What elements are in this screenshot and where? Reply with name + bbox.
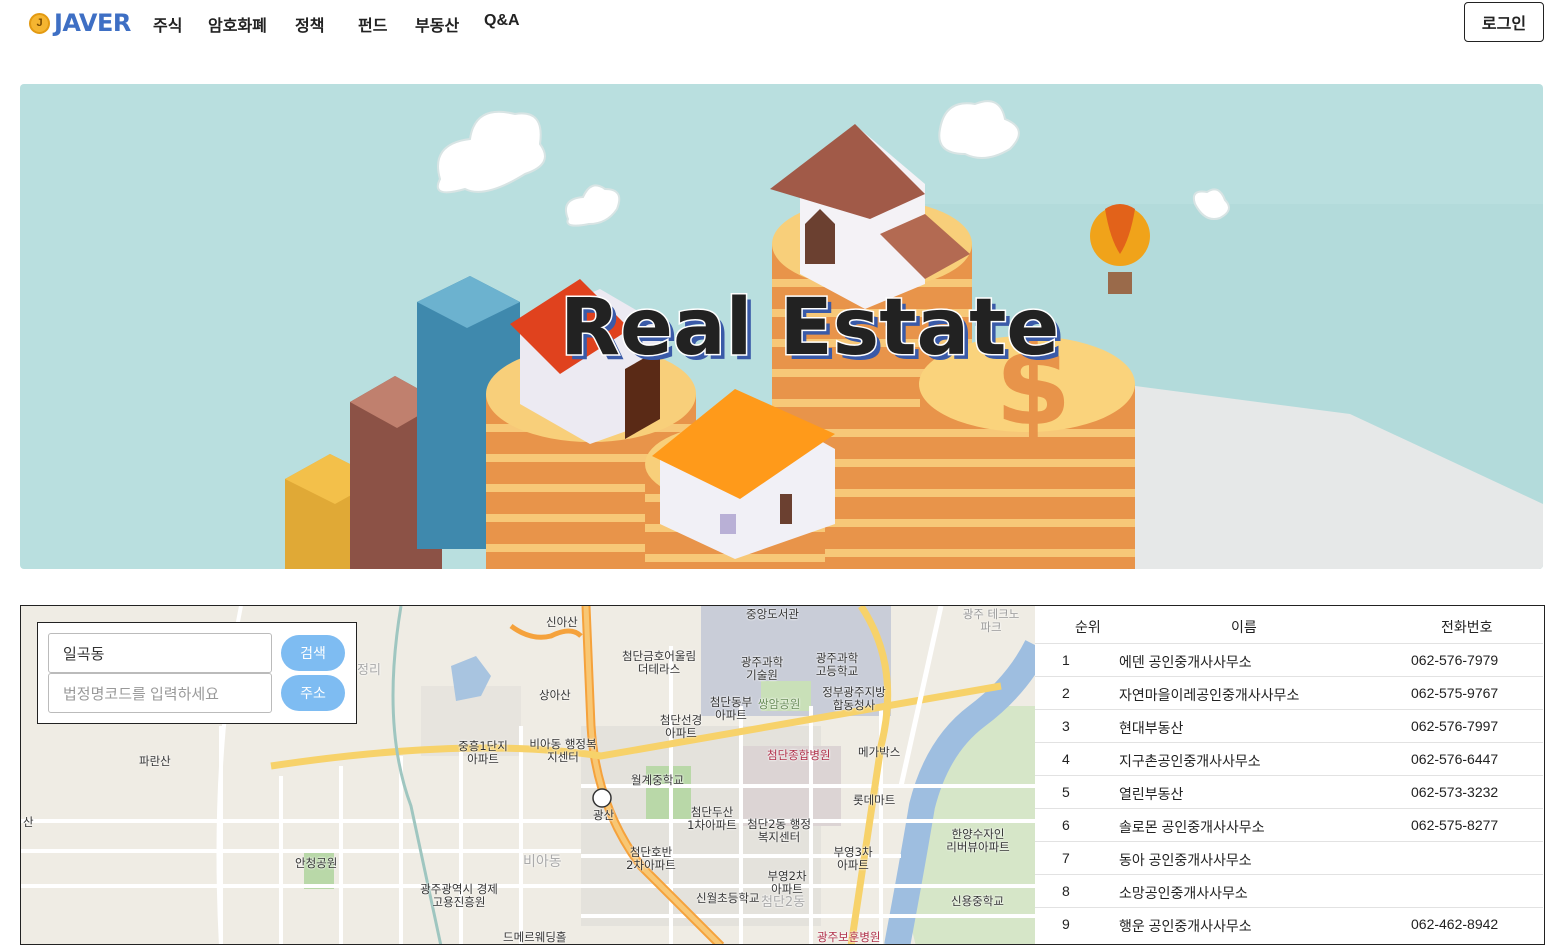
cell-rank: 2 [1062,685,1070,701]
code-input[interactable]: 법정명코드를 입력하세요 [48,673,272,713]
map-label: 비아동 [523,854,562,870]
cell-phone: 062-576-6447 [1411,751,1499,767]
cell-name: 현대부동산 [1119,720,1184,736]
map-label: 첨단호반 2차아파트 [626,845,676,872]
cell-name: 지구촌공인중개사사무소 [1119,753,1261,769]
map-label: 첨단선경 아파트 [659,713,703,740]
cell-rank: 9 [1062,916,1070,932]
hero-banner: $ Real Estate Real Estate [20,84,1543,569]
table-row[interactable]: 2 자연마을이레공인중개사사무소 062-575-9767 [1035,676,1543,709]
column-header-rank: 순위 [1075,619,1101,635]
table-row[interactable]: 7 동아 공인중개사사무소 [1035,841,1543,874]
map-label: 산 [23,815,34,829]
coin-logo-icon: J [29,12,50,34]
map-label: 광주보훈병원 [817,930,881,944]
cell-rank: 7 [1062,850,1070,866]
map-label: 첨단종합병원 [767,748,831,762]
cell-rank: 6 [1062,817,1070,833]
nav-item-policy[interactable]: 정책 [295,12,324,36]
map-label: 광주과학 고등학교 [815,651,859,678]
map-label: 첨단2동 [761,895,806,910]
cell-name: 동아 공인중개사사무소 [1119,852,1252,868]
map-label: 정리 [357,663,381,678]
hero-title: Real Estate [560,283,1059,373]
map-label: 드메르웨딩홀 [503,930,567,944]
cell-name: 자연마을이레공인중개사사무소 [1119,687,1300,703]
table-row[interactable]: 4 지구촌공인중개사사무소 062-576-6447 [1035,742,1543,775]
map-label: 부영3차 아파트 [833,845,873,872]
map-label: 광주광역시 경제고용진흥원 [420,882,498,909]
map-label: 중흥1단지 아파트 [458,739,508,766]
nav-item-crypto[interactable]: 암호화폐 [208,12,267,36]
cell-phone: 062-462-8942 [1411,916,1499,932]
dong-search-input[interactable]: 일곡동 [48,633,272,673]
cell-rank: 4 [1062,751,1070,767]
search-button[interactable]: 검색 [281,635,345,671]
map-label: 첨단금호어울림 더테라스 [621,649,697,676]
cell-phone: 062-573-3232 [1411,784,1499,800]
map-label: 첨단2동 행정복지센터 [747,817,811,844]
cell-phone: 062-575-8277 [1411,817,1499,833]
cell-phone: 062-576-7997 [1411,718,1499,734]
cell-name: 열린부동산 [1119,786,1184,802]
map-label: 중앙도서관 [746,607,799,621]
map-label: 첨단두산 1차아파트 [687,805,737,832]
table-row[interactable]: 1 에덴 공인중개사사무소 062-576-7979 [1035,643,1543,676]
cell-rank: 8 [1062,883,1070,899]
map-label: 신아산 [546,615,578,629]
map-label: 한양수자인 리버뷰아파트 [946,827,1010,854]
map-label: 정부광주지방 합동청사 [822,685,886,712]
realtor-table: 순위 이름 전화번호 1 에덴 공인중개사사무소 062-576-7979 2 자연마을… [1035,605,1545,945]
logo[interactable]: J JAVER [29,9,131,37]
nav-item-realestate[interactable]: 부동산 [415,12,459,36]
nav-item-fund[interactable]: 펀드 [358,12,387,36]
map-label: 월계중학교 [631,773,684,787]
cell-name: 소망공인중개사사무소 [1119,885,1248,901]
map-label: 광산 [593,808,615,822]
cell-rank: 5 [1062,784,1070,800]
column-header-name: 이름 [1231,619,1257,635]
address-search-panel: 일곡동 검색 법정명코드를 입력하세요 주소 [37,622,357,724]
map-label: 메가박스 [858,745,901,759]
table-row[interactable]: 6 솔로몬 공인중개사사무소 062-575-8277 [1035,808,1543,841]
top-nav: J JAVER 주식 암호화폐 정책 펀드 부동산 Q&A 로그인 [0,0,1564,44]
real-estate-illustration: $ Real Estate Real Estate [285,100,1543,569]
map-label: 첨단동부 아파트 [709,695,753,722]
map-label: 쌍암공원 [758,697,801,711]
table-row[interactable]: 9 행운 공인중개사사무소 062-462-8942 [1035,907,1543,940]
map-label: 신용중학교 [951,894,1004,908]
table-row[interactable]: 5 열린부동산 062-573-3232 [1035,775,1543,808]
cell-name: 행운 공인중개사사무소 [1119,918,1252,934]
cell-phone: 062-575-9767 [1411,685,1499,701]
cell-rank: 3 [1062,718,1070,734]
cell-name: 에덴 공인중개사사무소 [1119,654,1252,670]
map-label: 롯데마트 [853,793,896,807]
cell-rank: 1 [1062,652,1070,668]
login-button[interactable]: 로그인 [1464,2,1544,42]
map-label: 비아동 행정복지센터 [529,737,597,764]
map-label: 신월초등학교 [696,891,760,905]
logo-text: JAVER [54,9,131,37]
table-row[interactable]: 3 현대부동산 062-576-7997 [1035,709,1543,742]
cell-name: 솔로몬 공인중개사사무소 [1119,819,1265,835]
nav-item-stock[interactable]: 주식 [153,12,182,36]
address-button[interactable]: 주소 [281,675,345,711]
map-label: 광주 테크노파크 [962,607,1020,634]
map-label: 안청공원 [295,856,338,870]
column-header-phone: 전화번호 [1441,619,1493,635]
cell-phone: 062-576-7979 [1411,652,1499,668]
map-label: 부영2차 아파트 [767,869,807,896]
map-label: 광주과학 기술원 [740,655,784,682]
nav-item-qna[interactable]: Q&A [484,12,520,30]
map-label: 상아산 [539,688,571,702]
map-view[interactable]: 신아산 중앙도서관 광주 테크노파크 첨단금호어울림 더테라스 광주과학 기술원… [20,605,1036,945]
map-label: 파란산 [139,754,171,768]
table-row[interactable]: 8 소망공인중개사사무소 [1035,874,1543,907]
